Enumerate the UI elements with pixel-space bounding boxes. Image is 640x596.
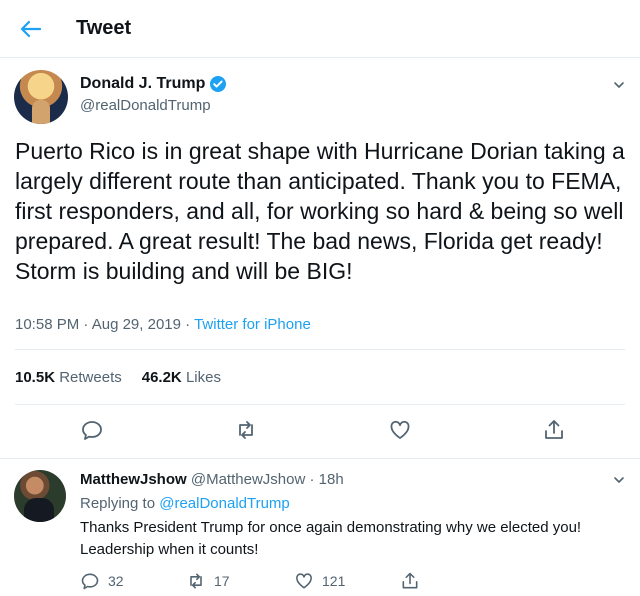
engagement-counts: 10.5K Retweets 46.2K Likes <box>15 369 221 386</box>
reply-retweet-button[interactable]: 17 <box>186 571 230 591</box>
reply-like-button[interactable]: 121 <box>294 571 345 591</box>
meta-separator: · <box>185 316 191 333</box>
tweet-date[interactable]: Aug 29, 2019 <box>92 316 181 333</box>
reply-avatar[interactable] <box>14 470 66 522</box>
tweet-meta: 10:58 PM · Aug 29, 2019 · Twitter for iP… <box>15 316 311 333</box>
reply-count: 32 <box>108 573 124 589</box>
author-block: Donald J. Trump @realDonaldTrump <box>80 74 227 114</box>
tweet-actions <box>0 418 640 446</box>
meta-separator: · <box>309 471 315 488</box>
reply-reply-button[interactable]: 32 <box>80 571 124 591</box>
replying-prefix: Replying to <box>80 495 156 512</box>
reply-icon <box>80 571 100 591</box>
retweets-stat[interactable]: 10.5K Retweets <box>15 369 122 386</box>
retweet-icon[interactable] <box>234 418 258 442</box>
retweet-count: 17 <box>214 573 230 589</box>
reply-header: MatthewJshow @MatthewJshow · 18h <box>80 471 344 488</box>
like-icon <box>294 571 314 591</box>
author-handle[interactable]: @realDonaldTrump <box>80 97 227 114</box>
like-count: 121 <box>322 573 346 589</box>
meta-separator: · <box>83 316 89 333</box>
header-bar: Tweet <box>0 0 640 58</box>
reply-author-handle[interactable]: @MatthewJshow <box>191 471 305 488</box>
likes-stat[interactable]: 46.2K Likes <box>142 369 221 386</box>
reply-icon[interactable] <box>80 418 104 442</box>
reply-text: Thanks President Trump for once again de… <box>80 519 582 558</box>
verified-badge-icon <box>209 75 227 93</box>
replying-mention-link[interactable]: @realDonaldTrump <box>159 495 290 512</box>
divider <box>15 349 625 350</box>
chevron-down-icon[interactable] <box>612 473 626 487</box>
retweets-label: Retweets <box>59 369 122 386</box>
reply-share-button[interactable] <box>400 571 420 591</box>
divider <box>15 404 625 405</box>
like-icon[interactable] <box>388 418 412 442</box>
share-icon[interactable] <box>542 418 566 442</box>
reply-age[interactable]: 18h <box>319 471 344 488</box>
replying-to: Replying to @realDonaldTrump <box>80 495 290 512</box>
share-icon <box>400 571 420 591</box>
tweet-text: Puerto Rico is in great shape with Hurri… <box>15 138 625 284</box>
reply-tweet[interactable]: MatthewJshow @MatthewJshow · 18h Replyin… <box>0 458 640 596</box>
author-name[interactable]: Donald J. Trump <box>80 75 205 93</box>
retweets-count: 10.5K <box>15 369 56 386</box>
retweet-icon <box>186 571 206 591</box>
likes-count: 46.2K <box>141 369 182 386</box>
reply-author-name[interactable]: MatthewJshow <box>80 471 187 488</box>
back-arrow-icon[interactable] <box>18 16 44 42</box>
page-title: Tweet <box>76 17 132 39</box>
author-avatar[interactable] <box>14 70 68 124</box>
likes-label: Likes <box>185 369 221 386</box>
chevron-down-icon[interactable] <box>612 78 626 92</box>
tweet-source-link[interactable]: Twitter for iPhone <box>194 316 311 333</box>
tweet-time[interactable]: 10:58 PM <box>15 316 79 333</box>
